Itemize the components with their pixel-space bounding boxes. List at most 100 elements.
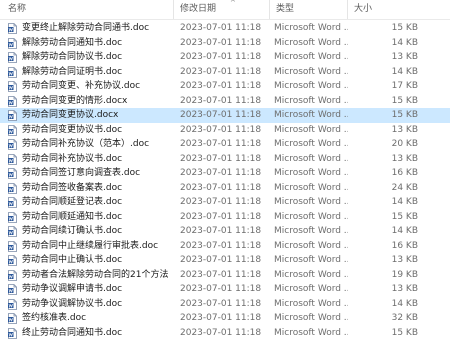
file-size: 13 KB [391,153,418,164]
file-date: 2023-07-01 11:18 [180,284,262,294]
file-date: 2023-07-01 11:18 [180,37,262,48]
file-type: Microsoft Word ... [274,81,348,91]
file-size: 17 KB [391,81,418,91]
file-type: Microsoft Word ... [274,269,348,280]
word-doc-icon [8,255,17,266]
file-size: 14 KB [391,197,418,207]
file-type: Microsoft Word ... [274,37,348,48]
file-date: 2023-07-01 11:18 [180,197,262,207]
file-date: 2023-07-01 11:18 [180,66,262,77]
word-doc-icon [8,313,17,324]
word-doc-icon [8,327,17,339]
file-name: 劳动合同变更协议书.doc [22,124,123,135]
file-row[interactable]: 劳动合同签收备案表.doc 2023-07-01 11:18 Microsoft W… [0,181,450,196]
file-row[interactable]: 解除劳动合同通知书.doc 2023-07-01 11:18 Microsoft W… [0,36,450,51]
file-type: Microsoft Word ... [274,23,348,33]
file-row[interactable]: 解除劳动合同协议书.doc 2023-07-01 11:18 Microsoft W… [0,50,450,65]
word-doc-icon [8,226,17,237]
column-header-name[interactable]: 名称 [2,0,174,19]
file-size: 15 KB [391,110,418,120]
word-doc-icon [8,81,17,92]
file-size: 16 KB [391,240,418,251]
file-row[interactable]: 劳动合同变更协议书.doc 2023-07-01 11:18 Microsoft W… [0,123,450,138]
file-row[interactable]: 变更终止解除劳动合同通书.doc 2023-07-01 11:18 Microsof… [0,21,450,36]
file-date: 2023-07-01 11:18 [180,298,262,309]
file-size: 15 KB [391,327,418,338]
file-name: 劳动合同续订确认书.doc [22,226,123,236]
file-row[interactable]: 劳动合同中止确认书.doc 2023-07-01 11:18 Microsoft W… [0,253,450,268]
column-header-size-label: 大小 [354,4,373,14]
file-size: 14 KB [391,226,418,236]
file-date: 2023-07-01 11:18 [180,211,262,222]
file-type: Microsoft Word ... [274,95,348,106]
file-date: 2023-07-01 11:18 [180,269,262,280]
word-doc-icon [8,197,17,208]
file-row[interactable]: 劳动者合法解除劳动合同的21个方法（... 2023-07-01 11:18 Mic… [0,268,450,283]
file-size: 15 KB [391,95,418,106]
file-row[interactable]: 劳动合同补充协议（范本）.doc 2023-07-01 11:18 Microsof… [0,137,450,152]
column-header-type[interactable]: 类型 [270,0,348,19]
file-name: 劳动合同中止继续履行审批表.doc [22,240,159,251]
file-type: Microsoft Word ... [274,168,348,178]
file-row[interactable]: 劳动合同顺延登记表.doc 2023-07-01 11:18 Microsoft W… [0,195,450,210]
file-row[interactable]: 劳动合同变更的情形.docx 2023-07-01 11:18 Microsoft … [0,94,450,109]
file-name: 解除劳动合同证明书.doc [22,66,123,77]
file-date: 2023-07-01 11:18 [180,52,262,62]
word-doc-icon [8,168,17,179]
file-type: Microsoft Word ... [274,211,348,222]
file-name: 解除劳动合同通知书.doc [22,37,123,48]
file-row[interactable]: 劳动争议调解申请书.doc 2023-07-01 11:18 Microsoft W… [0,282,450,297]
file-name: 终止劳动合同通知书.doc [22,327,123,338]
file-row[interactable]: 劳动合同补充协议书.doc 2023-07-01 11:18 Microsoft W… [0,152,450,167]
file-size: 14 KB [391,37,418,48]
file-row[interactable]: 劳动合同顺延通知书.doc 2023-07-01 11:18 Microsoft W… [0,210,450,225]
file-row[interactable]: 劳动合同变更、补充协议.doc 2023-07-01 11:18 Microsoft… [0,79,450,94]
file-type: Microsoft Word ... [274,226,348,236]
file-type: Microsoft Word ... [274,66,348,77]
file-type: Microsoft Word ... [274,182,348,193]
file-date: 2023-07-01 11:18 [180,139,262,149]
file-row[interactable]: 劳动合同签订意向调查表.doc 2023-07-01 11:18 Microsoft… [0,166,450,181]
column-header-size[interactable]: 大小 [348,0,450,19]
file-row[interactable]: 劳动合同变更协议.docx 2023-07-01 11:18 Microsoft W… [0,108,450,123]
file-date: 2023-07-01 11:18 [180,226,262,236]
file-size: 15 KB [391,211,418,222]
file-row[interactable]: 劳动争议调解协议书.doc 2023-07-01 11:18 Microsoft W… [0,297,450,312]
file-type: Microsoft Word ... [274,327,348,338]
file-type: Microsoft Word ... [274,284,348,294]
file-name: 变更终止解除劳动合同通书.doc [22,23,150,33]
file-date: 2023-07-01 11:18 [180,23,262,33]
column-header-name-label: 名称 [8,4,27,14]
file-type: Microsoft Word ... [274,197,348,207]
file-name: 劳动合同补充协议（范本）.doc [22,139,150,149]
file-name: 劳动争议调解申请书.doc [22,284,123,294]
file-size: 19 KB [391,269,418,280]
word-doc-icon [8,240,17,252]
file-date: 2023-07-01 11:18 [180,124,262,135]
file-type: Microsoft Word ... [274,255,348,265]
file-type: Microsoft Word ... [274,240,348,251]
file-size: 13 KB [391,124,418,135]
file-row[interactable]: 劳动合同中止继续履行审批表.doc 2023-07-01 11:18 Microso… [0,239,450,254]
file-row[interactable]: 劳动合同续订确认书.doc 2023-07-01 11:18 Microsoft W… [0,224,450,239]
file-date: 2023-07-01 11:18 [180,81,262,91]
file-name: 劳动合同顺延通知书.doc [22,211,123,222]
file-size: 15 KB [391,23,418,33]
file-date: 2023-07-01 11:18 [180,110,262,120]
file-date: 2023-07-01 11:18 [180,95,262,106]
file-row[interactable]: 签约核准表.doc 2023-07-01 11:18 Microsoft Word … [0,311,450,326]
file-row[interactable]: 解除劳动合同证明书.doc 2023-07-01 11:18 Microsoft W… [0,65,450,80]
file-type: Microsoft Word ... [274,298,348,309]
file-name: 劳动者合法解除劳动合同的21个方法（... [22,269,174,280]
file-name: 劳动合同变更的情形.docx [22,95,128,106]
word-doc-icon [8,95,17,107]
file-date: 2023-07-01 11:18 [180,255,262,265]
file-size: 14 KB [391,66,418,77]
file-row[interactable]: 终止劳动合同通知书.doc 2023-07-01 11:18 Microsoft W… [0,326,450,341]
file-date: 2023-07-01 11:18 [180,313,262,323]
file-type: Microsoft Word ... [274,52,348,62]
file-size: 13 KB [391,52,418,62]
column-header-date[interactable]: 修改日期 [174,0,270,19]
file-name: 签约核准表.doc [22,313,87,323]
file-type: Microsoft Word ... [274,124,348,135]
